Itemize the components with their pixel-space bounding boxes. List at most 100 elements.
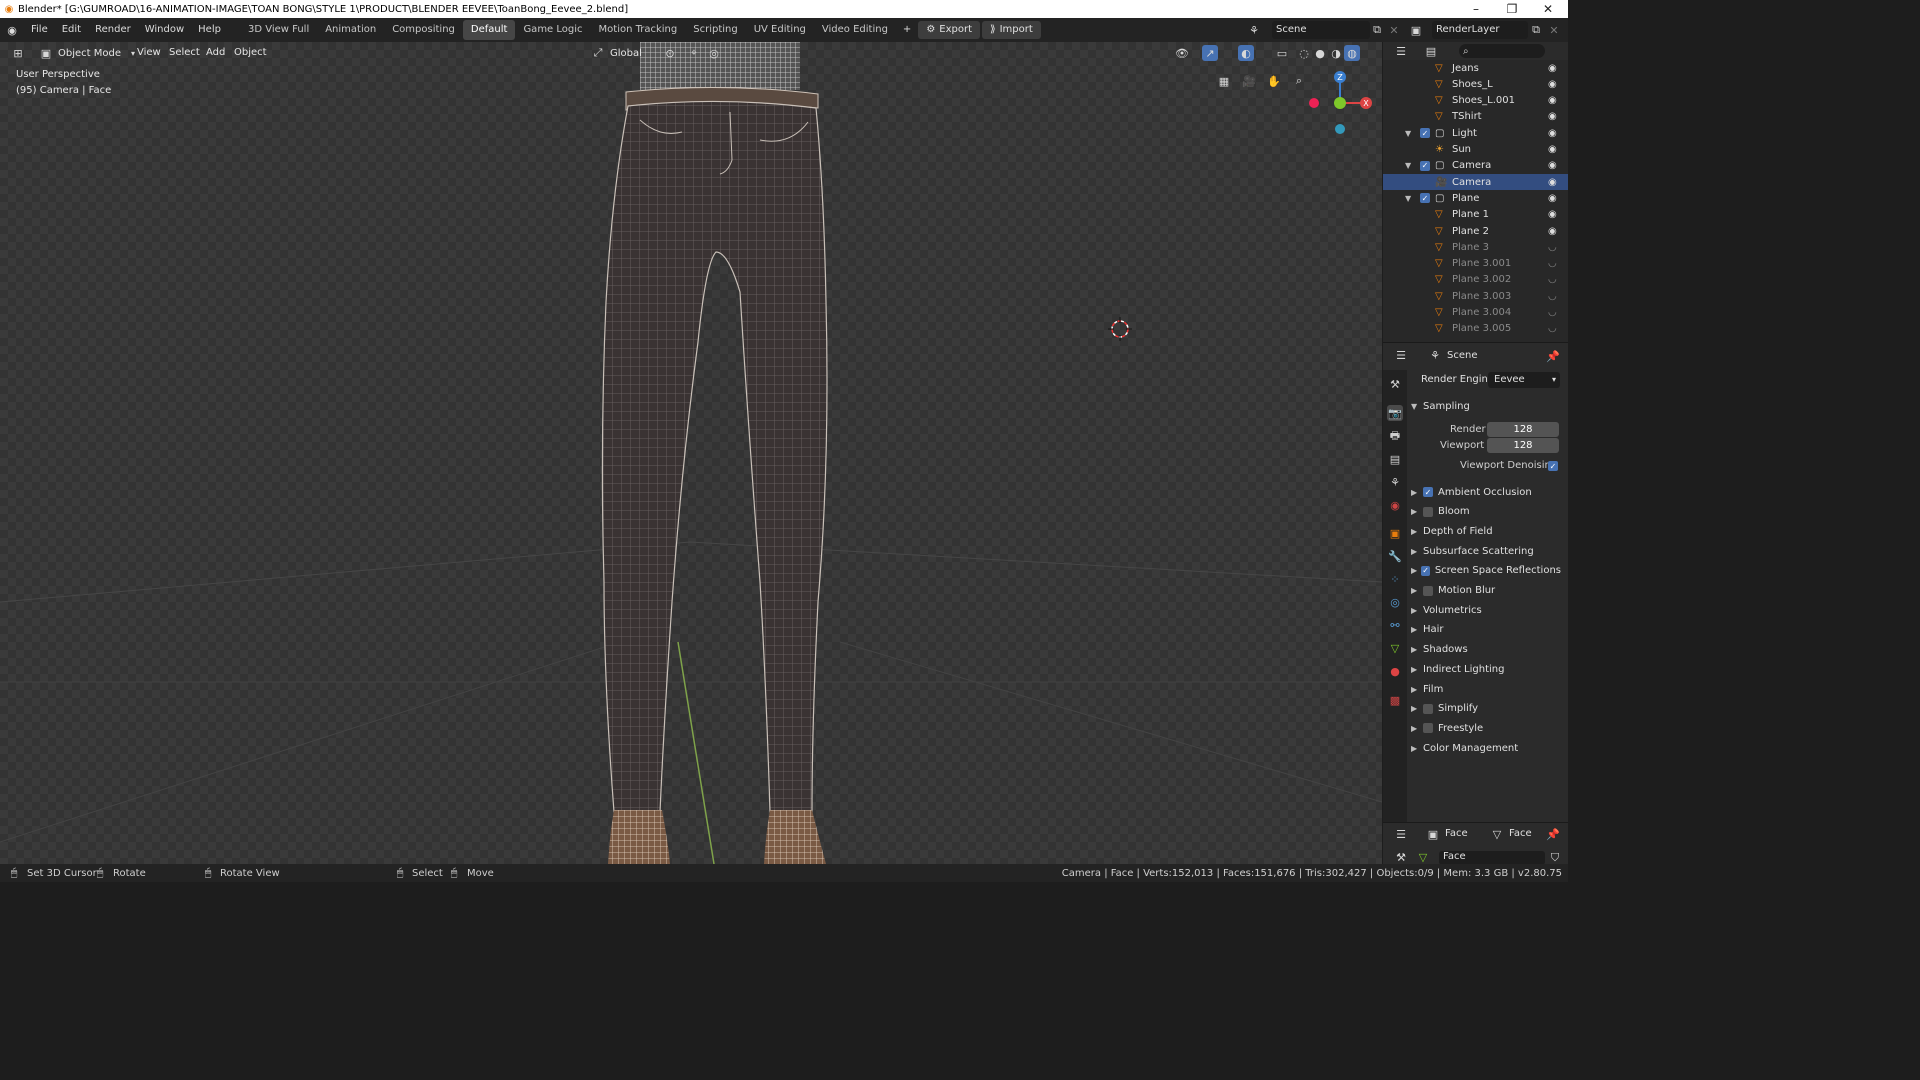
viewport-samples-field[interactable]: 128 [1487,438,1559,453]
section-color-management[interactable]: ▶ Color Management [1411,739,1561,757]
outliner-row[interactable]: ▽ Plane 3 ◡ [1383,239,1568,255]
visible-eye-icon[interactable]: ◉ [1548,63,1557,74]
scene-selector[interactable]: Scene [1272,21,1370,39]
expand-toggle-icon[interactable]: ▼ [1405,129,1411,138]
particles-tab-icon[interactable]: ⁘ [1387,571,1403,587]
visible-eye-icon[interactable]: ◉ [1548,177,1557,188]
section-hair[interactable]: ▶ Hair [1411,621,1561,639]
section-motion-blur[interactable]: ▶ Motion Blur [1411,582,1561,600]
object-tab-icon[interactable]: ▣ [1387,525,1403,541]
material-shading-icon[interactable]: ◑ [1328,45,1344,61]
rendered-shading-icon[interactable]: ◍ [1344,45,1360,61]
expand-toggle-icon[interactable]: ▼ [1405,194,1411,203]
tab-default[interactable]: Default [462,20,516,40]
3d-viewport[interactable]: ⊞ ▣ Object Mode ▾ View Select Add Object… [0,42,1382,864]
menu-object[interactable]: Object [234,47,267,58]
solid-shading-icon[interactable]: ● [1312,45,1328,61]
menu-view[interactable]: View [137,47,161,58]
visible-eye-icon[interactable]: ◉ [1548,226,1557,237]
outliner-editor-icon[interactable]: ☰ [1393,43,1409,59]
menu-file[interactable]: File [24,18,55,42]
collection-checkbox[interactable]: ✓ [1420,193,1430,204]
mesh-data-tab-icon[interactable]: ▽ [1387,640,1403,656]
xray-icon[interactable]: ▭ [1274,45,1290,61]
outliner-row[interactable]: ▽ Plane 3.002 ◡ [1383,272,1568,288]
hidden-eye-icon[interactable]: ◡ [1548,291,1557,302]
mode-selector[interactable]: ▣ Object Mode ▾ [38,44,141,62]
scene-tab-icon[interactable]: ⚘ [1387,474,1403,490]
sampling-header[interactable]: ▼ Sampling [1411,397,1561,415]
proportional-edit-icon[interactable]: ◎ [706,45,722,61]
scene-icon[interactable]: ⚘ [1246,22,1262,38]
section-volumetrics[interactable]: ▶ Volumetrics [1411,601,1561,619]
view-layer-tab-icon[interactable]: ▤ [1387,451,1403,467]
tab-animation[interactable]: Animation [317,20,384,40]
outliner-row[interactable]: ▽ Plane 2 ◉ [1383,223,1568,239]
visible-eye-icon[interactable]: ◉ [1548,95,1557,106]
pivot-icon[interactable]: ⊙ [662,45,678,61]
tab-game-logic[interactable]: Game Logic [515,20,590,40]
hidden-eye-icon[interactable]: ◡ [1548,242,1557,253]
add-workspace-button[interactable]: + [896,18,918,42]
expand-toggle-icon[interactable]: ▼ [1405,161,1411,170]
output-tab-icon[interactable]: 🖶 [1387,428,1403,444]
menu-add[interactable]: Add [206,47,225,58]
new-layer-icon[interactable]: ⧉ [1528,22,1544,38]
render-layer-selector[interactable]: RenderLayer [1432,21,1528,39]
import-button[interactable]: ⟫ Import [982,21,1041,39]
section-checkbox[interactable]: ✓ [1421,565,1430,576]
section-bloom[interactable]: ▶ Bloom [1411,503,1561,521]
editor-type-icon[interactable]: ⊞ [10,45,26,61]
properties-editor-icon[interactable]: ☰ [1393,348,1409,364]
section-indirect-lighting[interactable]: ▶ Indirect Lighting [1411,660,1561,678]
tool-tab-icon[interactable]: ⚒ [1393,849,1409,865]
outliner-row[interactable]: ▽ TShirt ◉ [1383,109,1568,125]
menu-help[interactable]: Help [191,18,228,42]
visible-eye-icon[interactable]: ◉ [1548,128,1557,139]
outliner-row[interactable]: ▼ ✓ ▢ Light ◉ [1383,125,1568,141]
collection-checkbox[interactable]: ✓ [1420,128,1430,139]
render-engine-select[interactable]: Eevee ▾ [1488,372,1560,388]
section-depth-of-field[interactable]: ▶ Depth of Field [1411,522,1561,540]
menu-render[interactable]: Render [88,18,138,42]
pan-hand-icon[interactable]: ✋ [1266,73,1282,89]
menu-edit[interactable]: Edit [55,18,88,42]
outliner-row[interactable]: ▽ Plane 1 ◉ [1383,207,1568,223]
section-simplify[interactable]: ▶ Simplify [1411,700,1561,718]
outliner-search-input[interactable]: ⌕ [1459,44,1545,58]
visible-eye-icon[interactable]: ◉ [1548,144,1557,155]
outliner-row[interactable]: ▼ ✓ ▢ Camera ◉ [1383,158,1568,174]
section-film[interactable]: ▶ Film [1411,680,1561,698]
hidden-eye-icon[interactable]: ◡ [1548,323,1557,334]
gizmo-toggle-icon[interactable]: ↗ [1202,45,1218,61]
render-layer-icon[interactable]: ▣ [1408,22,1424,38]
data-editor-icon[interactable]: ☰ [1393,826,1409,842]
display-mode-icon[interactable]: ▤ [1423,43,1439,59]
outliner-row[interactable]: ☀ Sun ◉ [1383,142,1568,158]
navigation-gizmo[interactable]: Z X [1300,66,1376,142]
wireframe-shading-icon[interactable]: ◌ [1296,45,1312,61]
minimize-button[interactable]: – [1458,0,1494,18]
section-checkbox[interactable] [1423,506,1433,517]
section-checkbox[interactable]: ✓ [1423,487,1433,497]
section-ambient-occlusion[interactable]: ▶ ✓ Ambient Occlusion [1411,483,1561,501]
modifier-tab-icon[interactable]: 🔧 [1387,548,1403,564]
tool-tab-icon[interactable]: ⚒ [1387,376,1403,392]
close-button[interactable]: ✕ [1530,0,1566,18]
visible-eye-icon[interactable]: ◉ [1548,79,1557,90]
section-checkbox[interactable] [1423,585,1433,596]
visibility-icon[interactable]: 👁 [1174,45,1190,61]
visible-eye-icon[interactable]: ◉ [1548,160,1557,171]
collection-checkbox[interactable]: ✓ [1420,160,1430,171]
outliner-row[interactable]: ▽ Plane 3.001 ◡ [1383,256,1568,272]
export-button[interactable]: ⚙ Export [918,21,981,39]
outliner-row[interactable]: ▼ ✓ ▢ Plane ◉ [1383,190,1568,206]
section-checkbox[interactable] [1423,703,1433,714]
material-tab-icon[interactable]: ● [1387,663,1403,679]
transform-orientation[interactable]: ⤢ Global [590,44,642,62]
section-freestyle[interactable]: ▶ Freestyle [1411,719,1561,737]
blender-menu-icon[interactable]: ◉ [4,22,20,38]
render-samples-field[interactable]: 128 [1487,422,1559,437]
delete-scene-icon[interactable]: ✕ [1386,22,1402,38]
pin-icon[interactable]: 📌 [1545,348,1561,364]
